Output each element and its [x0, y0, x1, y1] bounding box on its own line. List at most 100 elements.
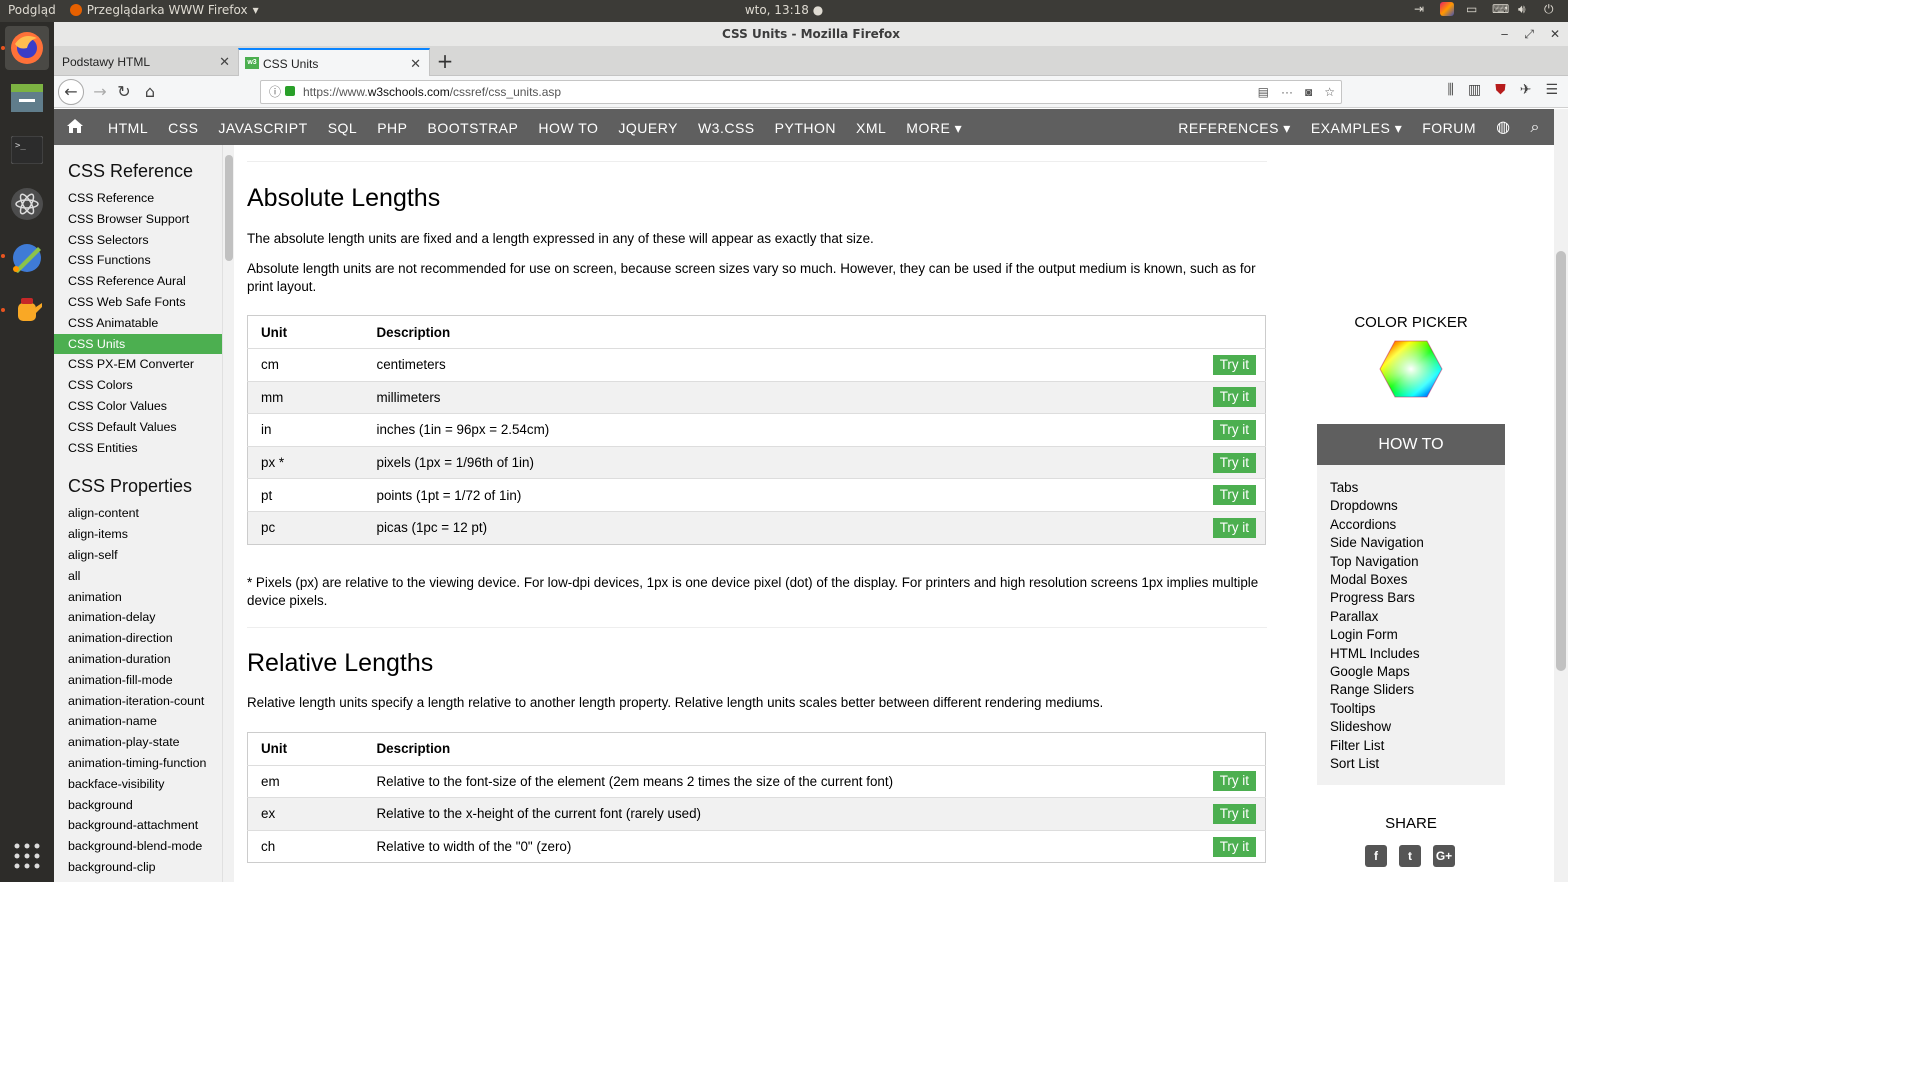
howto-link[interactable]: Tabs: [1330, 479, 1505, 497]
sidebar-link[interactable]: backface-visibility: [54, 774, 222, 795]
clock[interactable]: wto, 13:18 ●: [0, 3, 1568, 17]
launcher-paint-icon[interactable]: [5, 236, 49, 280]
twitter-icon[interactable]: t: [1399, 845, 1421, 867]
sidebar-link[interactable]: animation-duration: [54, 649, 222, 670]
howto-link[interactable]: Parallax: [1330, 608, 1505, 626]
sidebar-link[interactable]: CSS Functions: [54, 250, 222, 271]
sidebar-link[interactable]: animation-delay: [54, 607, 222, 628]
page-scrollbar[interactable]: [1554, 109, 1568, 882]
howto-link[interactable]: Sort List: [1330, 755, 1505, 773]
howto-link[interactable]: Top Navigation: [1330, 553, 1505, 571]
reload-icon[interactable]: ↻: [112, 80, 136, 104]
sidebar-link[interactable]: animation-name: [54, 711, 222, 732]
top-nav-item[interactable]: XML: [846, 109, 896, 147]
top-nav-item[interactable]: BOOTSTRAP: [418, 109, 529, 147]
show-applications-icon[interactable]: [5, 834, 49, 878]
sidebar-link[interactable]: animation-play-state: [54, 732, 222, 753]
new-tab-icon[interactable]: +: [432, 50, 458, 74]
scrollbar-thumb[interactable]: [1556, 251, 1566, 671]
tab-css-units[interactable]: w3 CSS Units ✕: [238, 48, 430, 76]
top-nav-item[interactable]: JQUERY: [608, 109, 688, 147]
howto-link[interactable]: Login Form: [1330, 626, 1505, 644]
top-nav-right-item[interactable]: REFERENCES ▾: [1168, 109, 1301, 147]
sidebar-link[interactable]: CSS Animatable: [54, 313, 222, 334]
top-nav-item[interactable]: MORE ▾: [896, 109, 972, 147]
howto-link[interactable]: Slideshow: [1330, 718, 1505, 736]
menu-hamburger-icon[interactable]: ☰: [1545, 82, 1558, 98]
top-nav-item[interactable]: SQL: [318, 109, 368, 147]
try-it-button[interactable]: Try it: [1212, 419, 1256, 440]
sidebar-link[interactable]: animation: [54, 587, 222, 608]
try-it-button[interactable]: Try it: [1212, 354, 1256, 375]
sidebar-link[interactable]: CSS Reference: [54, 188, 222, 209]
try-it-button[interactable]: Try it: [1212, 836, 1256, 857]
top-nav-item[interactable]: HOW TO: [528, 109, 608, 147]
tab-close-icon[interactable]: ✕: [410, 50, 421, 78]
howto-link[interactable]: Side Navigation: [1330, 534, 1505, 552]
sidebar-link[interactable]: CSS Colors: [54, 375, 222, 396]
sidebar-link[interactable]: align-self: [54, 545, 222, 566]
sidebar-link[interactable]: CSS Selectors: [54, 230, 222, 251]
sidebar-link[interactable]: animation-iteration-count: [54, 691, 222, 712]
keyboard-icon[interactable]: ⌨: [1492, 2, 1509, 16]
google-plus-icon[interactable]: G+: [1433, 845, 1455, 867]
forward-arrow-icon[interactable]: →: [88, 80, 112, 104]
try-it-button[interactable]: Try it: [1212, 517, 1256, 538]
bookmark-star-icon[interactable]: ☆: [1324, 81, 1335, 103]
try-it-button[interactable]: Try it: [1212, 452, 1256, 473]
top-nav-item[interactable]: W3.CSS: [688, 109, 765, 147]
close-window-icon[interactable]: ✕: [1550, 22, 1560, 46]
app-indicator-icon[interactable]: [1440, 2, 1454, 16]
howto-link[interactable]: Range Sliders: [1330, 681, 1505, 699]
try-it-button[interactable]: Try it: [1212, 771, 1256, 792]
launcher-atom-icon[interactable]: [5, 182, 49, 226]
color-picker-hexagon-icon[interactable]: [1379, 340, 1443, 398]
sidebar-link[interactable]: background: [54, 795, 222, 816]
try-it-button[interactable]: Try it: [1212, 485, 1256, 506]
library-icon[interactable]: ⫼: [1448, 82, 1454, 98]
info-icon[interactable]: ⓘ: [269, 81, 281, 103]
top-nav-item[interactable]: HTML: [98, 109, 158, 147]
reader-view-icon[interactable]: ▤: [1258, 81, 1269, 103]
top-nav-item[interactable]: CSS: [158, 109, 208, 147]
howto-link[interactable]: Filter List: [1330, 737, 1505, 755]
sidebar-link[interactable]: CSS Default Values: [54, 417, 222, 438]
sidebar-icon[interactable]: ▥: [1468, 82, 1481, 98]
howto-link[interactable]: Modal Boxes: [1330, 571, 1505, 589]
sidebar-link[interactable]: all: [54, 566, 222, 587]
sidebar-link[interactable]: CSS Entities: [54, 438, 222, 459]
launcher-teapot-icon[interactable]: [5, 288, 49, 332]
scrollbar-thumb[interactable]: [225, 155, 233, 261]
top-nav-right-item[interactable]: EXAMPLES ▾: [1301, 109, 1412, 147]
launcher-files-icon[interactable]: [5, 76, 49, 120]
sidebar-link[interactable]: CSS Units: [54, 333, 222, 355]
sidebar-link[interactable]: animation-fill-mode: [54, 670, 222, 691]
top-nav-right-item[interactable]: FORUM: [1412, 109, 1486, 147]
sidebar-link[interactable]: animation-direction: [54, 628, 222, 649]
sidebar-link[interactable]: align-content: [54, 503, 222, 524]
sidebar-link[interactable]: background-blend-mode: [54, 836, 222, 857]
page-actions-icon[interactable]: ···: [1281, 81, 1293, 103]
howto-link[interactable]: Accordions: [1330, 516, 1505, 534]
top-nav-item[interactable]: PHP: [367, 109, 417, 147]
volume-icon[interactable]: 🔊︎: [1518, 2, 1532, 16]
launcher-terminal-icon[interactable]: >_: [5, 128, 49, 172]
howto-link[interactable]: Dropdowns: [1330, 497, 1505, 515]
howto-link[interactable]: Tooltips: [1330, 700, 1505, 718]
sidebar-link[interactable]: animation-timing-function: [54, 753, 222, 774]
input-switch-icon[interactable]: ⇥: [1414, 2, 1428, 16]
power-icon[interactable]: ⏻: [1544, 2, 1558, 16]
sidebar-link[interactable]: CSS Reference Aural: [54, 271, 222, 292]
home-icon[interactable]: ⌂: [138, 80, 162, 104]
howto-link[interactable]: Google Maps: [1330, 663, 1505, 681]
top-nav-item[interactable]: PYTHON: [765, 109, 846, 147]
tab-close-icon[interactable]: ✕: [219, 48, 230, 76]
pocket-icon[interactable]: ◙: [1305, 81, 1312, 103]
try-it-button[interactable]: Try it: [1212, 803, 1256, 824]
back-arrow-icon[interactable]: ←: [58, 79, 84, 105]
sidebar-link[interactable]: CSS PX-EM Converter: [54, 354, 222, 375]
sidebar-link[interactable]: background-clip: [54, 857, 222, 878]
top-nav-item[interactable]: JAVASCRIPT: [208, 109, 317, 147]
search-icon[interactable]: ⌕: [1521, 109, 1554, 147]
sidebar-link[interactable]: background-attachment: [54, 815, 222, 836]
